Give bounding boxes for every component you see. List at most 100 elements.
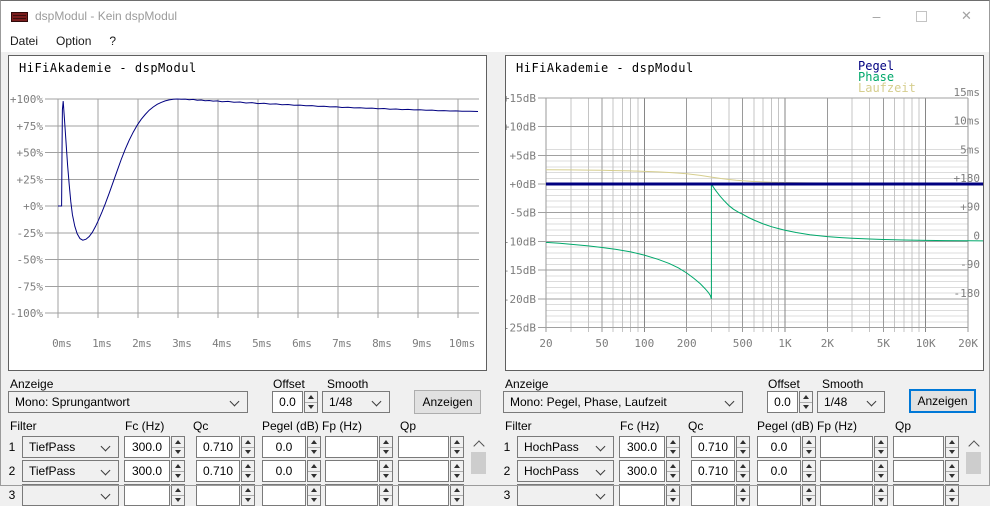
- qc-spin-buttons: [736, 436, 750, 458]
- svg-text:-180: -180: [954, 287, 981, 300]
- svg-text:+90: +90: [960, 201, 980, 214]
- filter-scrollbar[interactable]: [965, 436, 982, 491]
- spin-down-button[interactable]: [800, 402, 812, 412]
- fp-input[interactable]: [325, 460, 378, 482]
- qp-input[interactable]: [893, 436, 944, 458]
- pegel-input[interactable]: 0.0: [757, 460, 801, 482]
- spin-down-button[interactable]: [242, 495, 254, 505]
- anzeigen-button[interactable]: Anzeigen: [909, 389, 976, 413]
- smooth-select[interactable]: 1/48: [322, 391, 390, 413]
- spin-down-button[interactable]: [305, 402, 317, 412]
- svg-text:-25dB: -25dB: [506, 322, 536, 335]
- svg-text:-90: -90: [960, 258, 980, 271]
- menu-item-option[interactable]: Option: [47, 31, 100, 52]
- spin-down-button[interactable]: [667, 447, 679, 457]
- scrollbar-up-button[interactable]: [965, 436, 982, 452]
- spin-down-button[interactable]: [172, 447, 184, 457]
- spin-down-button[interactable]: [242, 471, 254, 481]
- minimize-button[interactable]: –: [854, 1, 899, 31]
- qc-input[interactable]: [691, 484, 735, 506]
- spin-down-button[interactable]: [172, 495, 184, 505]
- spin-down-button[interactable]: [803, 495, 815, 505]
- fc-input[interactable]: [124, 484, 170, 506]
- qp-input[interactable]: [398, 460, 449, 482]
- offset-input[interactable]: 0.0: [272, 391, 303, 413]
- scrollbar-thumb[interactable]: [471, 452, 486, 474]
- spin-down-button[interactable]: [451, 495, 463, 505]
- pegel-input[interactable]: 0.0: [757, 436, 801, 458]
- fp-input[interactable]: [325, 436, 378, 458]
- fp-input[interactable]: [820, 484, 873, 506]
- spin-down-button[interactable]: [737, 471, 749, 481]
- maximize-button[interactable]: [899, 1, 944, 31]
- display-mode-select[interactable]: Mono: Sprungantwort: [8, 391, 248, 413]
- spin-down-button[interactable]: [451, 471, 463, 481]
- spin-down-button[interactable]: [308, 471, 320, 481]
- spin-down-button[interactable]: [451, 447, 463, 457]
- spin-down-button[interactable]: [172, 471, 184, 481]
- filter-type-select[interactable]: TiefPass: [22, 460, 119, 482]
- spin-down-button[interactable]: [242, 447, 254, 457]
- filter-type-select[interactable]: HochPass: [517, 460, 614, 482]
- qc-input[interactable]: 0.710: [691, 460, 735, 482]
- spin-down-button[interactable]: [380, 447, 392, 457]
- spin-down-button[interactable]: [875, 447, 887, 457]
- filter-type-select[interactable]: HochPass: [517, 436, 614, 458]
- spin-down-button[interactable]: [667, 471, 679, 481]
- pegel-input[interactable]: 0.0: [262, 436, 306, 458]
- menu-item-help[interactable]: ?: [100, 31, 125, 52]
- qp-input[interactable]: [398, 436, 449, 458]
- pegel-input[interactable]: [757, 484, 801, 506]
- qc-input[interactable]: [196, 484, 240, 506]
- offset-input[interactable]: 0.0: [767, 391, 798, 413]
- spin-down-button[interactable]: [946, 471, 958, 481]
- spin-down-button[interactable]: [667, 495, 679, 505]
- spin-down-button[interactable]: [308, 447, 320, 457]
- qp-input[interactable]: [893, 484, 944, 506]
- pegel-input[interactable]: 0.0: [262, 460, 306, 482]
- fc-input[interactable]: 300.0: [124, 460, 170, 482]
- svg-text:+15dB: +15dB: [506, 92, 536, 105]
- spin-down-button[interactable]: [803, 471, 815, 481]
- spin-down-button[interactable]: [308, 495, 320, 505]
- frequency-response-chart: 20501002005001K2K5K10K20K+15dB+10dB+5dB+…: [506, 56, 983, 370]
- qc-input[interactable]: 0.710: [196, 436, 240, 458]
- filter-row-number: 2: [6, 460, 18, 482]
- filter-type-select[interactable]: [22, 484, 119, 506]
- spin-down-button[interactable]: [737, 495, 749, 505]
- scrollbar-thumb[interactable]: [966, 452, 981, 474]
- spin-up-icon: [245, 488, 251, 492]
- anzeigen-button[interactable]: Anzeigen: [414, 390, 481, 414]
- menu-item-datei[interactable]: Datei: [1, 31, 47, 52]
- filter-type-select[interactable]: [517, 484, 614, 506]
- fc-input[interactable]: [619, 484, 665, 506]
- spin-down-button[interactable]: [380, 471, 392, 481]
- filter-scrollbar[interactable]: [470, 436, 487, 491]
- spin-down-button[interactable]: [875, 471, 887, 481]
- svg-text:-20dB: -20dB: [506, 293, 536, 306]
- spin-down-button[interactable]: [875, 495, 887, 505]
- spin-down-button[interactable]: [737, 447, 749, 457]
- close-button[interactable]: ✕: [944, 1, 989, 31]
- spin-down-button[interactable]: [380, 495, 392, 505]
- fp-input[interactable]: [820, 460, 873, 482]
- spin-down-button[interactable]: [946, 447, 958, 457]
- pegel-input[interactable]: [262, 484, 306, 506]
- smooth-select[interactable]: 1/48: [817, 391, 885, 413]
- fc-input[interactable]: 300.0: [619, 436, 665, 458]
- spin-down-button[interactable]: [946, 495, 958, 505]
- fc-input[interactable]: 300.0: [619, 460, 665, 482]
- fp-input[interactable]: [325, 484, 378, 506]
- display-mode-select[interactable]: Mono: Pegel, Phase, Laufzeit: [503, 391, 743, 413]
- filter-type-select[interactable]: TiefPass: [22, 436, 119, 458]
- qp-input[interactable]: [893, 460, 944, 482]
- qp-input[interactable]: [398, 484, 449, 506]
- qc-input[interactable]: 0.710: [196, 460, 240, 482]
- fc-input[interactable]: 300.0: [124, 436, 170, 458]
- spin-down-icon: [878, 498, 884, 502]
- fp-input[interactable]: [820, 436, 873, 458]
- scrollbar-up-button[interactable]: [470, 436, 487, 452]
- display-mode-value: Mono: Pegel, Phase, Laufzeit: [510, 395, 667, 409]
- qc-input[interactable]: 0.710: [691, 436, 735, 458]
- spin-down-button[interactable]: [803, 447, 815, 457]
